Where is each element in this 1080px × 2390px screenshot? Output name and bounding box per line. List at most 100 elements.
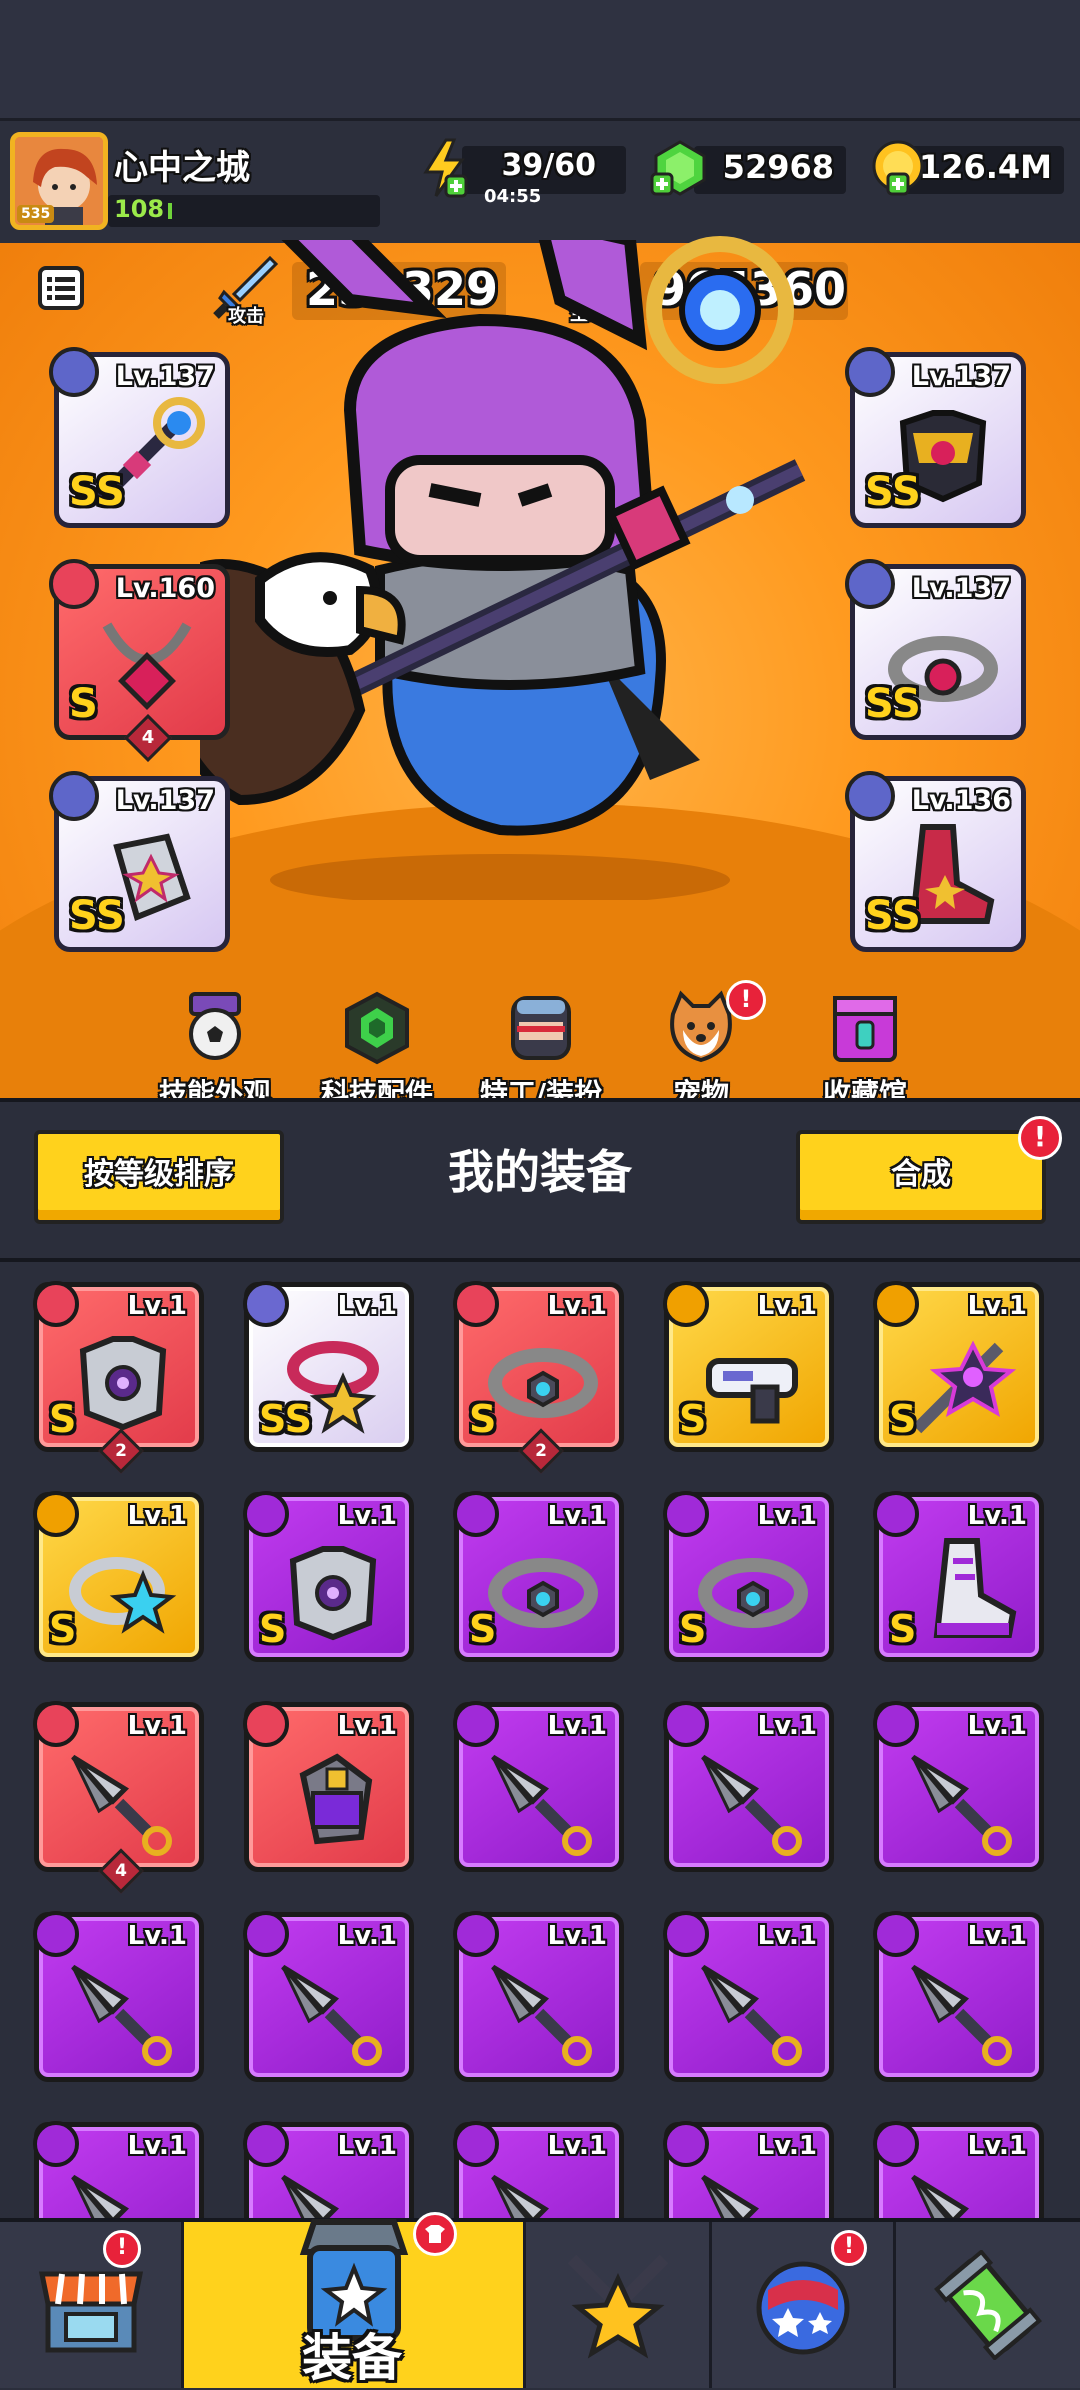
nav-arena[interactable]: [526, 2222, 712, 2388]
kunai-icon: [491, 1754, 592, 1856]
nav-adventure[interactable]: !: [712, 2222, 896, 2388]
slot-level: Lv.160: [115, 573, 215, 604]
slot-level: Lv.137: [115, 361, 215, 392]
equip-slot-armor[interactable]: Lv.137 SS: [845, 347, 1026, 528]
inventory-item[interactable]: Lv.1 S: [33, 1491, 204, 1662]
inventory-item[interactable]: Lv.1 SS: [243, 1281, 414, 1452]
item-rank: S: [469, 1397, 497, 1441]
equip-slot-necklace[interactable]: Lv.160 S 4: [49, 559, 230, 763]
nav-equipment[interactable]: 装备: [184, 2212, 526, 2388]
gloves-type-icon: [49, 771, 99, 821]
energy-timer: 04:55: [484, 186, 542, 207]
boots-icon: [933, 1538, 1017, 1638]
coin-value: 126.4M: [918, 148, 1052, 186]
inventory-item[interactable]: Lv.1: [453, 1911, 624, 2082]
item-level: Lv.1: [547, 1291, 607, 1321]
inventory-item[interactable]: Lv.1: [663, 1701, 834, 1872]
arena-swords-star-icon: [567, 2254, 668, 2359]
inventory-item[interactable]: Lv.1: [243, 1911, 414, 2082]
item-level: Lv.1: [967, 1921, 1027, 1951]
inventory-item[interactable]: Lv.1: [453, 1701, 624, 1872]
equip-slot-weapon[interactable]: Lv.137 SS: [49, 347, 230, 528]
weapon-type-icon: [49, 347, 99, 397]
sort-by-level-button[interactable]: 按等级排序: [34, 1130, 284, 1224]
staff-orb-icon: [646, 236, 794, 384]
item-level: Lv.1: [547, 1501, 607, 1531]
slot-level: Lv.137: [911, 573, 1011, 604]
inventory-item[interactable]: Lv.1: [873, 1911, 1044, 2082]
xp-fill: [168, 203, 172, 219]
player-level-bar: 108: [108, 195, 380, 227]
collection-chest-icon: [833, 996, 897, 1062]
slot-rank: SS: [865, 681, 921, 727]
adventure-alert-badge: !: [831, 2230, 867, 2266]
item-rank: S: [679, 1397, 707, 1441]
item-level: Lv.1: [547, 1921, 607, 1951]
belt-icon: [698, 1558, 808, 1628]
equip-slot-gloves[interactable]: Lv.137 SS: [49, 771, 230, 952]
item-rank: S: [49, 1607, 77, 1651]
energy-bolt-icon: [423, 138, 468, 198]
inventory-item[interactable]: Lv.1 S 2: [33, 1281, 204, 1474]
menu-list-icon[interactable]: [38, 266, 84, 310]
feature-pets[interactable]: 宠物 !: [626, 980, 776, 1112]
inventory-item[interactable]: Lv.1 S: [243, 1491, 414, 1662]
inventory-item[interactable]: Lv.1: [663, 1911, 834, 2082]
item-rank: S: [889, 1607, 917, 1651]
nav-evolve[interactable]: [896, 2222, 1080, 2388]
player-name: 心中之城: [114, 148, 250, 188]
feature-tech-parts[interactable]: 科技配件: [302, 990, 452, 1112]
item-level: Lv.1: [967, 1291, 1027, 1321]
merge-button[interactable]: 合成: [796, 1130, 1046, 1224]
kunai-icon: [491, 1964, 592, 2066]
gem-value: 52968: [722, 148, 834, 186]
gun-icon: [706, 1358, 798, 1424]
item-rank: SS: [259, 1397, 313, 1441]
equip-slot-boots[interactable]: Lv.136 SS: [845, 771, 1026, 952]
kunai-icon: [911, 1754, 1012, 1856]
kunai-icon: [71, 1754, 172, 1856]
item-rank: S: [259, 1607, 287, 1651]
item-level: Lv.1: [967, 1711, 1027, 1741]
glove-icon: [299, 1753, 373, 1845]
inventory-item[interactable]: Lv.1 4: [33, 1701, 204, 1894]
feature-collection[interactable]: 收藏馆: [790, 990, 940, 1112]
inventory-item[interactable]: Lv.1: [243, 1701, 414, 1872]
belt-icon: [488, 1558, 598, 1628]
agent-icon: [511, 996, 571, 1060]
gem-counter[interactable]: 52968: [694, 146, 846, 194]
inventory-item[interactable]: Lv.1 S 2: [453, 1281, 624, 1474]
slot-level: Lv.137: [911, 361, 1011, 392]
feature-skill-skins[interactable]: 技能外观: [140, 990, 290, 1112]
inventory-item[interactable]: Lv.1 S: [873, 1281, 1044, 1452]
item-level: Lv.1: [337, 1291, 397, 1321]
inventory-item[interactable]: Lv.1 S: [663, 1281, 834, 1452]
kunai-icon: [701, 1754, 802, 1856]
slot-level: Lv.136: [911, 785, 1011, 816]
item-level: Lv.1: [757, 1921, 817, 1951]
energy-value: 39/60: [501, 148, 596, 183]
inventory-item[interactable]: Lv.1 S: [873, 1491, 1044, 1662]
item-level: Lv.1: [757, 1501, 817, 1531]
inventory-item[interactable]: Lv.1: [873, 1701, 1044, 1872]
item-level: Lv.1: [757, 1711, 817, 1741]
shop-alert-badge: !: [103, 2230, 141, 2268]
feature-agent-outfit[interactable]: 特工/装扮: [466, 990, 616, 1112]
item-level: Lv.1: [757, 2131, 817, 2161]
item-level: Lv.1: [757, 1291, 817, 1321]
item-level: Lv.1: [127, 1921, 187, 1951]
nav-shop[interactable]: !: [0, 2222, 184, 2388]
inventory-item[interactable]: Lv.1 S: [453, 1491, 624, 1662]
necklace-type-icon: [49, 559, 99, 609]
item-level: Lv.1: [337, 1711, 397, 1741]
player-avatar[interactable]: 535: [10, 132, 108, 230]
inventory-item[interactable]: Lv.1 S: [663, 1491, 834, 1662]
coin-counter[interactable]: 126.4M: [904, 146, 1064, 194]
slot-rank: SS: [865, 893, 921, 939]
inventory-item[interactable]: Lv.1: [33, 1911, 204, 2082]
adventure-globe-icon: [756, 2261, 849, 2355]
equip-slot-belt[interactable]: Lv.137 SS: [845, 559, 1026, 740]
skill-skin-icon: [189, 992, 241, 1060]
gem-icon: [650, 140, 706, 196]
armor-icon: [79, 1336, 167, 1431]
